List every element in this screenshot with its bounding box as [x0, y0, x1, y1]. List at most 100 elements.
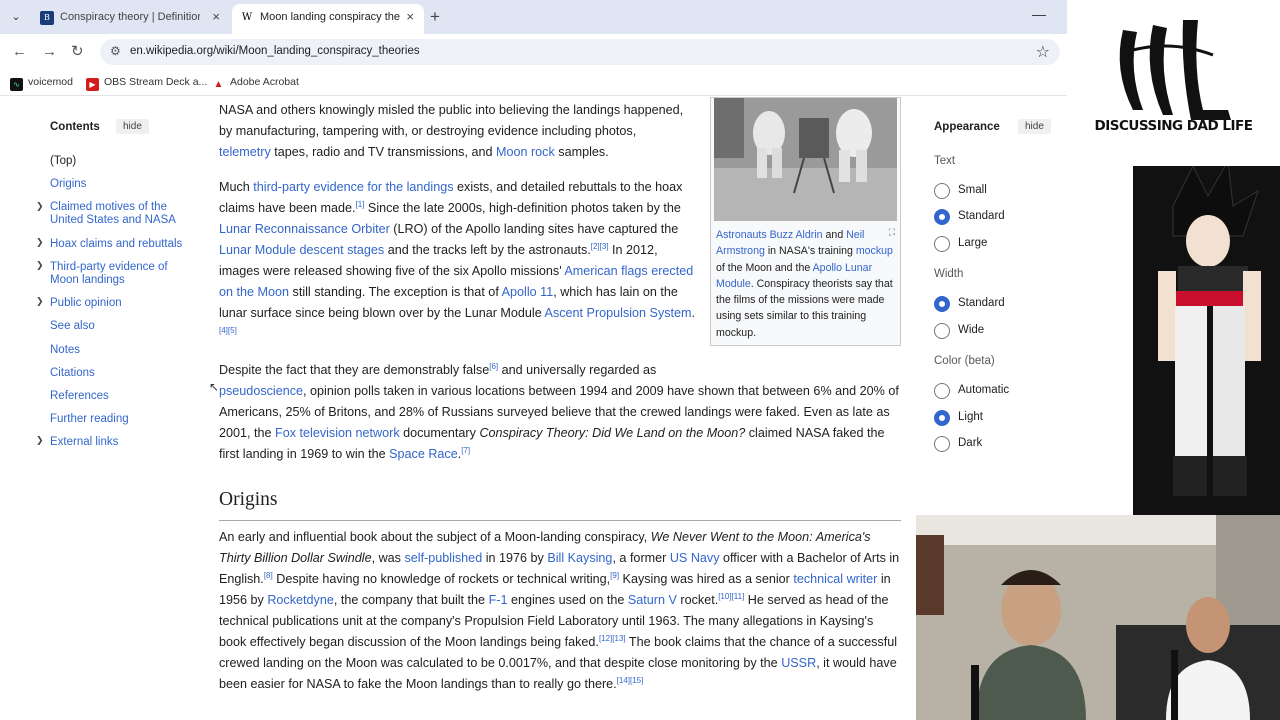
link-ascent-propulsion[interactable]: Ascent Propulsion System [545, 306, 692, 320]
browser-toolbar: ← → ↻ ⚙ en.wikipedia.org/wiki/Moon_landi… [0, 34, 1067, 70]
youtube-icon: ▶ [86, 78, 99, 91]
link-rocketdyne[interactable]: Rocketdyne [267, 593, 334, 607]
link-lro[interactable]: Lunar Reconnaissance Orbiter [219, 222, 390, 236]
reload-icon[interactable]: ↻ [71, 43, 84, 61]
citation[interactable]: [2][3] [591, 242, 609, 251]
toc-item-see-also[interactable]: See also [50, 320, 190, 333]
link-mockup[interactable]: mockup [856, 245, 893, 257]
link-f1[interactable]: F-1 [489, 593, 508, 607]
appearance-hide-button[interactable]: hide [1018, 119, 1051, 134]
new-tab-button[interactable]: + [430, 7, 440, 27]
acrobat-icon: ▲ [212, 78, 225, 91]
radio-button[interactable] [934, 383, 950, 399]
mouse-cursor-icon: ↖ [209, 380, 220, 394]
paragraph-1: NASA and others knowingly misled the pub… [219, 103, 684, 159]
address-bar[interactable]: ⚙ en.wikipedia.org/wiki/Moon_landing_con… [100, 39, 1060, 65]
bookmarks-bar: ∿ voicemod ▶ OBS Stream Deck a... ▲ Adobe A… [0, 70, 1067, 96]
link-self-published[interactable]: self-published [404, 551, 482, 565]
tab-search-icon[interactable]: ⌄ [6, 7, 26, 27]
tab-bar: ⌄ B Conspiracy theory | Definition, E × … [0, 0, 1067, 34]
chevron-right-icon[interactable]: ❯ [36, 201, 44, 212]
link-bill-kaysing[interactable]: Bill Kaysing [547, 551, 612, 565]
webcam-feed [916, 515, 1280, 720]
close-tab-icon[interactable]: × [406, 4, 414, 30]
paragraph-3: Despite the fact that they are demonstra… [219, 361, 899, 461]
radio-button[interactable] [934, 236, 950, 252]
toc-item-origins[interactable]: Origins [50, 178, 190, 191]
color-label: Color (beta) [934, 355, 995, 367]
bookmark-acrobat[interactable]: ▲ Adobe Acrobat [212, 76, 299, 91]
voicemod-icon: ∿ [10, 78, 23, 91]
toc-item-references[interactable]: References [50, 390, 190, 403]
toc-title: Contents [50, 121, 100, 133]
link-pseudoscience[interactable]: pseudoscience [219, 384, 303, 398]
britannica-icon: B [40, 11, 54, 25]
link-ussr[interactable]: USSR [781, 656, 816, 670]
paragraph-4: An early and influential book about the … [219, 530, 900, 691]
logo-text: DISCUSSING DAD LIFE [1094, 118, 1253, 134]
radio-button[interactable] [934, 183, 950, 199]
radio-button[interactable] [934, 410, 950, 426]
toc-item-third-party[interactable]: Third-party evidence of Moon landings [50, 261, 190, 287]
citation[interactable]: [4][5] [219, 326, 237, 335]
toc-item-further-reading[interactable]: Further reading [50, 413, 190, 426]
site-info-icon[interactable]: ⚙ [110, 44, 121, 58]
url-text[interactable]: en.wikipedia.org/wiki/Moon_landing_consp… [130, 45, 420, 57]
tab-britannica[interactable]: B Conspiracy theory | Definition, E × [32, 4, 230, 34]
tab-wikipedia[interactable]: W Moon landing conspiracy theor × [232, 4, 424, 34]
chevron-right-icon[interactable]: ❯ [36, 260, 44, 271]
bookmark-obs[interactable]: ▶ OBS Stream Deck a... [86, 76, 207, 91]
toc-item-citations[interactable]: Citations [50, 367, 190, 380]
link-buzz-aldrin[interactable]: Astronauts Buzz Aldrin [716, 229, 823, 241]
minimize-button[interactable]: — [1032, 6, 1046, 22]
toc-item-external-links[interactable]: External links [50, 436, 190, 449]
citation[interactable]: [8] [264, 571, 273, 580]
radio-button[interactable] [934, 296, 950, 312]
astronaut-training-photo[interactable] [714, 98, 897, 221]
link-saturn-v[interactable]: Saturn V [628, 593, 677, 607]
character-artwork [1133, 159, 1280, 516]
image-thumbnail: ⛶ Astronauts Buzz Aldrin and Neil Armstr… [710, 97, 901, 346]
link-apollo-11[interactable]: Apollo 11 [502, 285, 554, 299]
link-space-race[interactable]: Space Race [389, 447, 458, 461]
chevron-right-icon[interactable]: ❯ [36, 435, 44, 446]
forward-arrow-icon[interactable]: → [42, 43, 57, 61]
width-label: Width [934, 268, 964, 280]
link-fox-network[interactable]: Fox television network [275, 426, 400, 440]
link-telemetry[interactable]: telemetry [219, 145, 271, 159]
link-moon-rock[interactable]: Moon rock [496, 145, 555, 159]
tab-title: Conspiracy theory | Definition, E [60, 11, 200, 23]
link-technical-writer[interactable]: technical writer [793, 572, 877, 586]
chevron-right-icon[interactable]: ❯ [36, 237, 44, 248]
heading-origins: Origins [219, 489, 278, 510]
toc-item-notes[interactable]: Notes [50, 344, 190, 357]
link-descent-stages[interactable]: Lunar Module descent stages [219, 243, 384, 257]
bookmark-voicemod[interactable]: ∿ voicemod [10, 76, 73, 91]
citation[interactable]: [10][11] [718, 592, 744, 601]
toc-item-top[interactable]: (Top) [50, 155, 190, 168]
image-caption: Astronauts Buzz Aldrin and Neil Armstron… [716, 229, 893, 339]
link-third-party-evidence[interactable]: third-party evidence for the landings [253, 180, 453, 194]
bookmark-star-icon[interactable]: ☆ [1036, 42, 1050, 62]
toc-hide-button[interactable]: hide [116, 119, 149, 134]
radio-button[interactable] [934, 323, 950, 339]
back-arrow-icon[interactable]: ← [12, 43, 27, 61]
citation[interactable]: [6] [489, 362, 498, 371]
close-tab-icon[interactable]: × [212, 4, 220, 30]
citation[interactable]: [12][13] [599, 634, 626, 643]
citation[interactable]: [14][15] [617, 676, 644, 685]
heading-divider [219, 520, 901, 521]
text-size-label: Text [934, 155, 956, 167]
toc-item-claimed-motives[interactable]: Claimed motives of the United States and… [50, 201, 190, 227]
toc-item-public-opinion[interactable]: Public opinion [50, 297, 190, 310]
tab-title: Moon landing conspiracy theor [260, 11, 400, 23]
citation[interactable]: [7] [461, 446, 470, 455]
radio-button[interactable] [934, 209, 950, 225]
chevron-right-icon[interactable]: ❯ [36, 296, 44, 307]
citation[interactable]: [9] [610, 571, 619, 580]
toc-item-hoax-claims[interactable]: Hoax claims and rebuttals [50, 238, 190, 251]
radio-button[interactable] [934, 436, 950, 452]
browser-window: ⌄ B Conspiracy theory | Definition, E × … [0, 0, 1067, 720]
link-us-navy[interactable]: US Navy [670, 551, 720, 565]
wikipedia-page: Contents hide (Top) Origins ❯ Claimed mo… [0, 97, 1067, 720]
